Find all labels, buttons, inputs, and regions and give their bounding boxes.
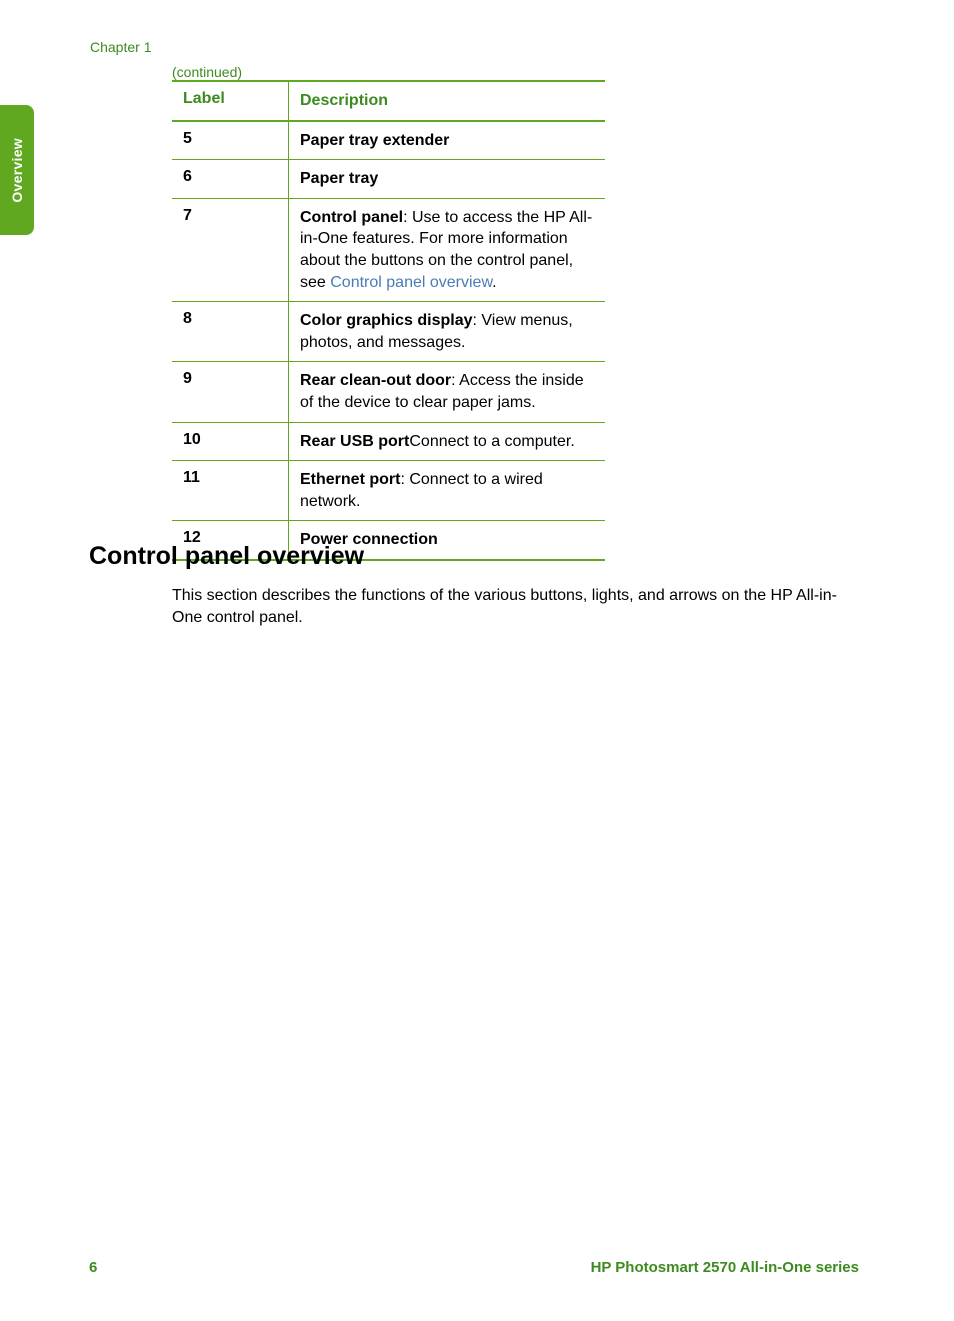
table-header-row: Label Description [172, 82, 605, 122]
table-row: 5 Paper tray extender [172, 122, 605, 161]
row-label: 5 [172, 122, 289, 160]
table-row: 9 Rear clean-out door: Access the inside… [172, 362, 605, 422]
row-label: 9 [172, 362, 289, 421]
side-tab: Overview [0, 105, 34, 235]
row-description: Rear clean-out door: Access the inside o… [289, 362, 605, 421]
desc-bold: Paper tray extender [300, 132, 449, 149]
row-label: 11 [172, 461, 289, 520]
table-row: 10 Rear USB portConnect to a computer. [172, 423, 605, 462]
table-row: 7 Control panel: Use to access the HP Al… [172, 199, 605, 302]
page-number: 6 [89, 1259, 97, 1276]
row-label: 10 [172, 423, 289, 461]
row-description: Ethernet port: Connect to a wired networ… [289, 461, 605, 520]
desc-bold: Color graphics display [300, 312, 472, 329]
row-description: Rear USB portConnect to a computer. [289, 423, 605, 461]
section-heading: Control panel overview [89, 542, 364, 571]
row-label: 8 [172, 302, 289, 361]
desc-rest: Connect to a computer. [409, 433, 574, 450]
desc-link[interactable]: Control panel overview [330, 274, 492, 291]
row-description: Color graphics display: View menus, phot… [289, 302, 605, 361]
side-tab-label: Overview [9, 138, 25, 203]
table-row: 8 Color graphics display: View menus, ph… [172, 302, 605, 362]
header-description: Description [289, 82, 605, 120]
desc-bold: Paper tray [300, 170, 378, 187]
footer-title: HP Photosmart 2570 All-in-One series [591, 1259, 859, 1276]
table-row: 11 Ethernet port: Connect to a wired net… [172, 461, 605, 521]
desc-bold: Rear USB port [300, 433, 409, 450]
row-description: Paper tray extender [289, 122, 605, 160]
row-description: Paper tray [289, 160, 605, 198]
labels-table: Label Description 5 Paper tray extender … [172, 80, 605, 561]
header-label: Label [172, 82, 289, 120]
desc-bold: Rear clean-out door [300, 372, 451, 389]
chapter-label: Chapter 1 [90, 39, 151, 55]
row-description: Control panel: Use to access the HP All-… [289, 199, 605, 301]
section-paragraph: This section describes the functions of … [172, 585, 867, 630]
table-row: 6 Paper tray [172, 160, 605, 199]
desc-bold: Control panel [300, 209, 403, 226]
row-label: 6 [172, 160, 289, 198]
continued-label: (continued) [172, 64, 242, 80]
desc-bold: Ethernet port [300, 471, 400, 488]
row-label: 7 [172, 199, 289, 301]
desc-after: . [492, 274, 496, 291]
